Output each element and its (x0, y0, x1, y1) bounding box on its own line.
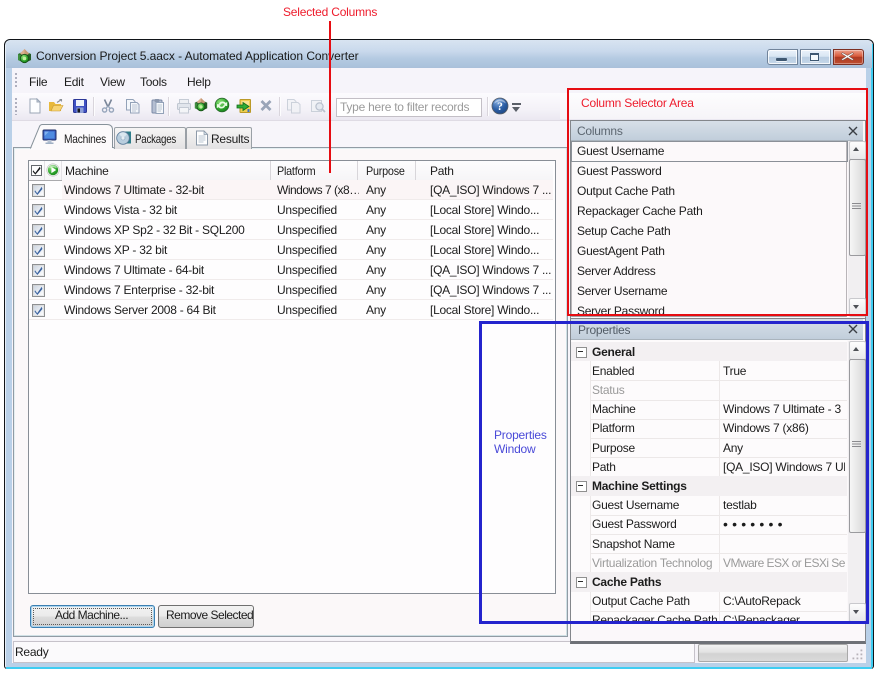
svg-text:?: ? (497, 101, 503, 113)
